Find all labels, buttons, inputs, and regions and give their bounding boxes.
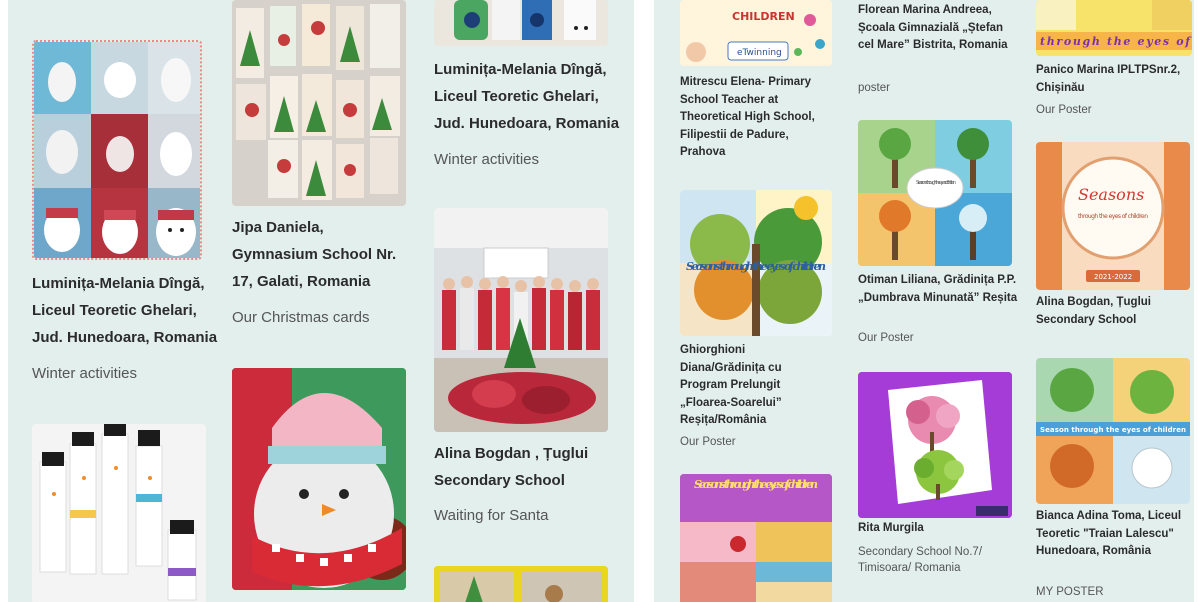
post-subtitle: Winter activities — [434, 151, 540, 168]
post-subtitle: Winter activities — [32, 365, 138, 382]
post-subtitle: Our Christmas cards — [232, 309, 370, 326]
post-image[interactable] — [434, 0, 608, 46]
post-author[interactable]: Otiman Liliana, Grădinița P.P. „Dumbrava… — [858, 272, 1018, 307]
post-author[interactable]: Alina Bogdan, Țuglui Secondary School — [1036, 294, 1192, 329]
poster-heading: CHILDREN — [732, 10, 795, 23]
left-feed-panel: Luminița-Melania Dîngă, Liceul Teoretic … — [8, 0, 634, 602]
post-author[interactable]: Rita Murgila — [858, 520, 1018, 538]
etwinning-label: eTwinning — [737, 48, 782, 58]
post-subtitle: Waiting for Santa — [434, 507, 549, 524]
post-image[interactable] — [232, 368, 406, 590]
post-image[interactable]: Seasons through the eyes of children 202… — [1036, 142, 1190, 290]
post-image[interactable] — [32, 40, 202, 260]
post-author[interactable]: Luminița-Melania Dîngă, Liceul Teoretic … — [434, 56, 624, 137]
right-feed-panel: CHILDREN eTwinning Mitrescu Elena- Prima… — [654, 0, 1194, 602]
post-author[interactable]: Panico Marina IPLTPSnr.2, Chișinău — [1036, 62, 1192, 97]
poster-year: 2021-2022 — [1094, 273, 1132, 281]
post-image[interactable]: Season through the eyes of children — [1036, 358, 1190, 504]
post-subtitle: Our Poster — [858, 332, 914, 344]
post-image[interactable] — [434, 208, 608, 432]
post-author[interactable]: Luminița-Melania Dîngă, Liceul Teoretic … — [32, 270, 218, 351]
post-image[interactable]: Seasons through the eyes of children — [680, 190, 832, 336]
post-subtitle: Our Poster — [1036, 104, 1092, 116]
poster-subtitle: through the eyes of children — [1078, 213, 1148, 220]
post-image[interactable] — [858, 372, 1012, 518]
post-image[interactable]: Seasons through the eyes of children — [680, 474, 832, 602]
post-image[interactable] — [232, 0, 406, 206]
post-author[interactable]: Mitrescu Elena- Primary School Teacher a… — [680, 74, 830, 162]
post-subtitle: Our Poster — [680, 436, 736, 448]
post-author[interactable]: Ghiorghioni Diana/Grădinița cu Program P… — [680, 342, 830, 430]
poster-title: Seasons through the eyes of children — [694, 478, 818, 491]
poster-title: Seasons through the eyes of children — [686, 260, 826, 273]
post-author[interactable]: Alina Bogdan , Țuglui Secondary School — [434, 440, 614, 494]
post-image[interactable] — [32, 424, 206, 602]
post-author[interactable]: Bianca Adina Toma, Liceul Teoretic "Trai… — [1036, 508, 1192, 561]
post-image[interactable]: through the eyes of — [1036, 0, 1192, 56]
post-image[interactable]: Seasons through the eyes of children — [858, 120, 1012, 266]
poster-title: Seasons — [1078, 185, 1144, 204]
post-author[interactable]: Florean Marina Andreea, Școala Gimnazial… — [858, 2, 1018, 55]
post-subtitle: MY POSTER — [1036, 586, 1104, 598]
post-author[interactable]: Jipa Daniela, Gymnasium School Nr. 17, G… — [232, 214, 412, 295]
poster-title: Seasons through the eyes of children — [916, 180, 956, 186]
poster-title: Season through the eyes of children — [1040, 426, 1186, 434]
post-image[interactable] — [434, 566, 608, 602]
post-image[interactable]: CHILDREN eTwinning — [680, 0, 832, 66]
post-subtitle: Secondary School No.7/ Timisoara/ Romani… — [858, 546, 983, 574]
post-subtitle: poster — [858, 82, 890, 94]
